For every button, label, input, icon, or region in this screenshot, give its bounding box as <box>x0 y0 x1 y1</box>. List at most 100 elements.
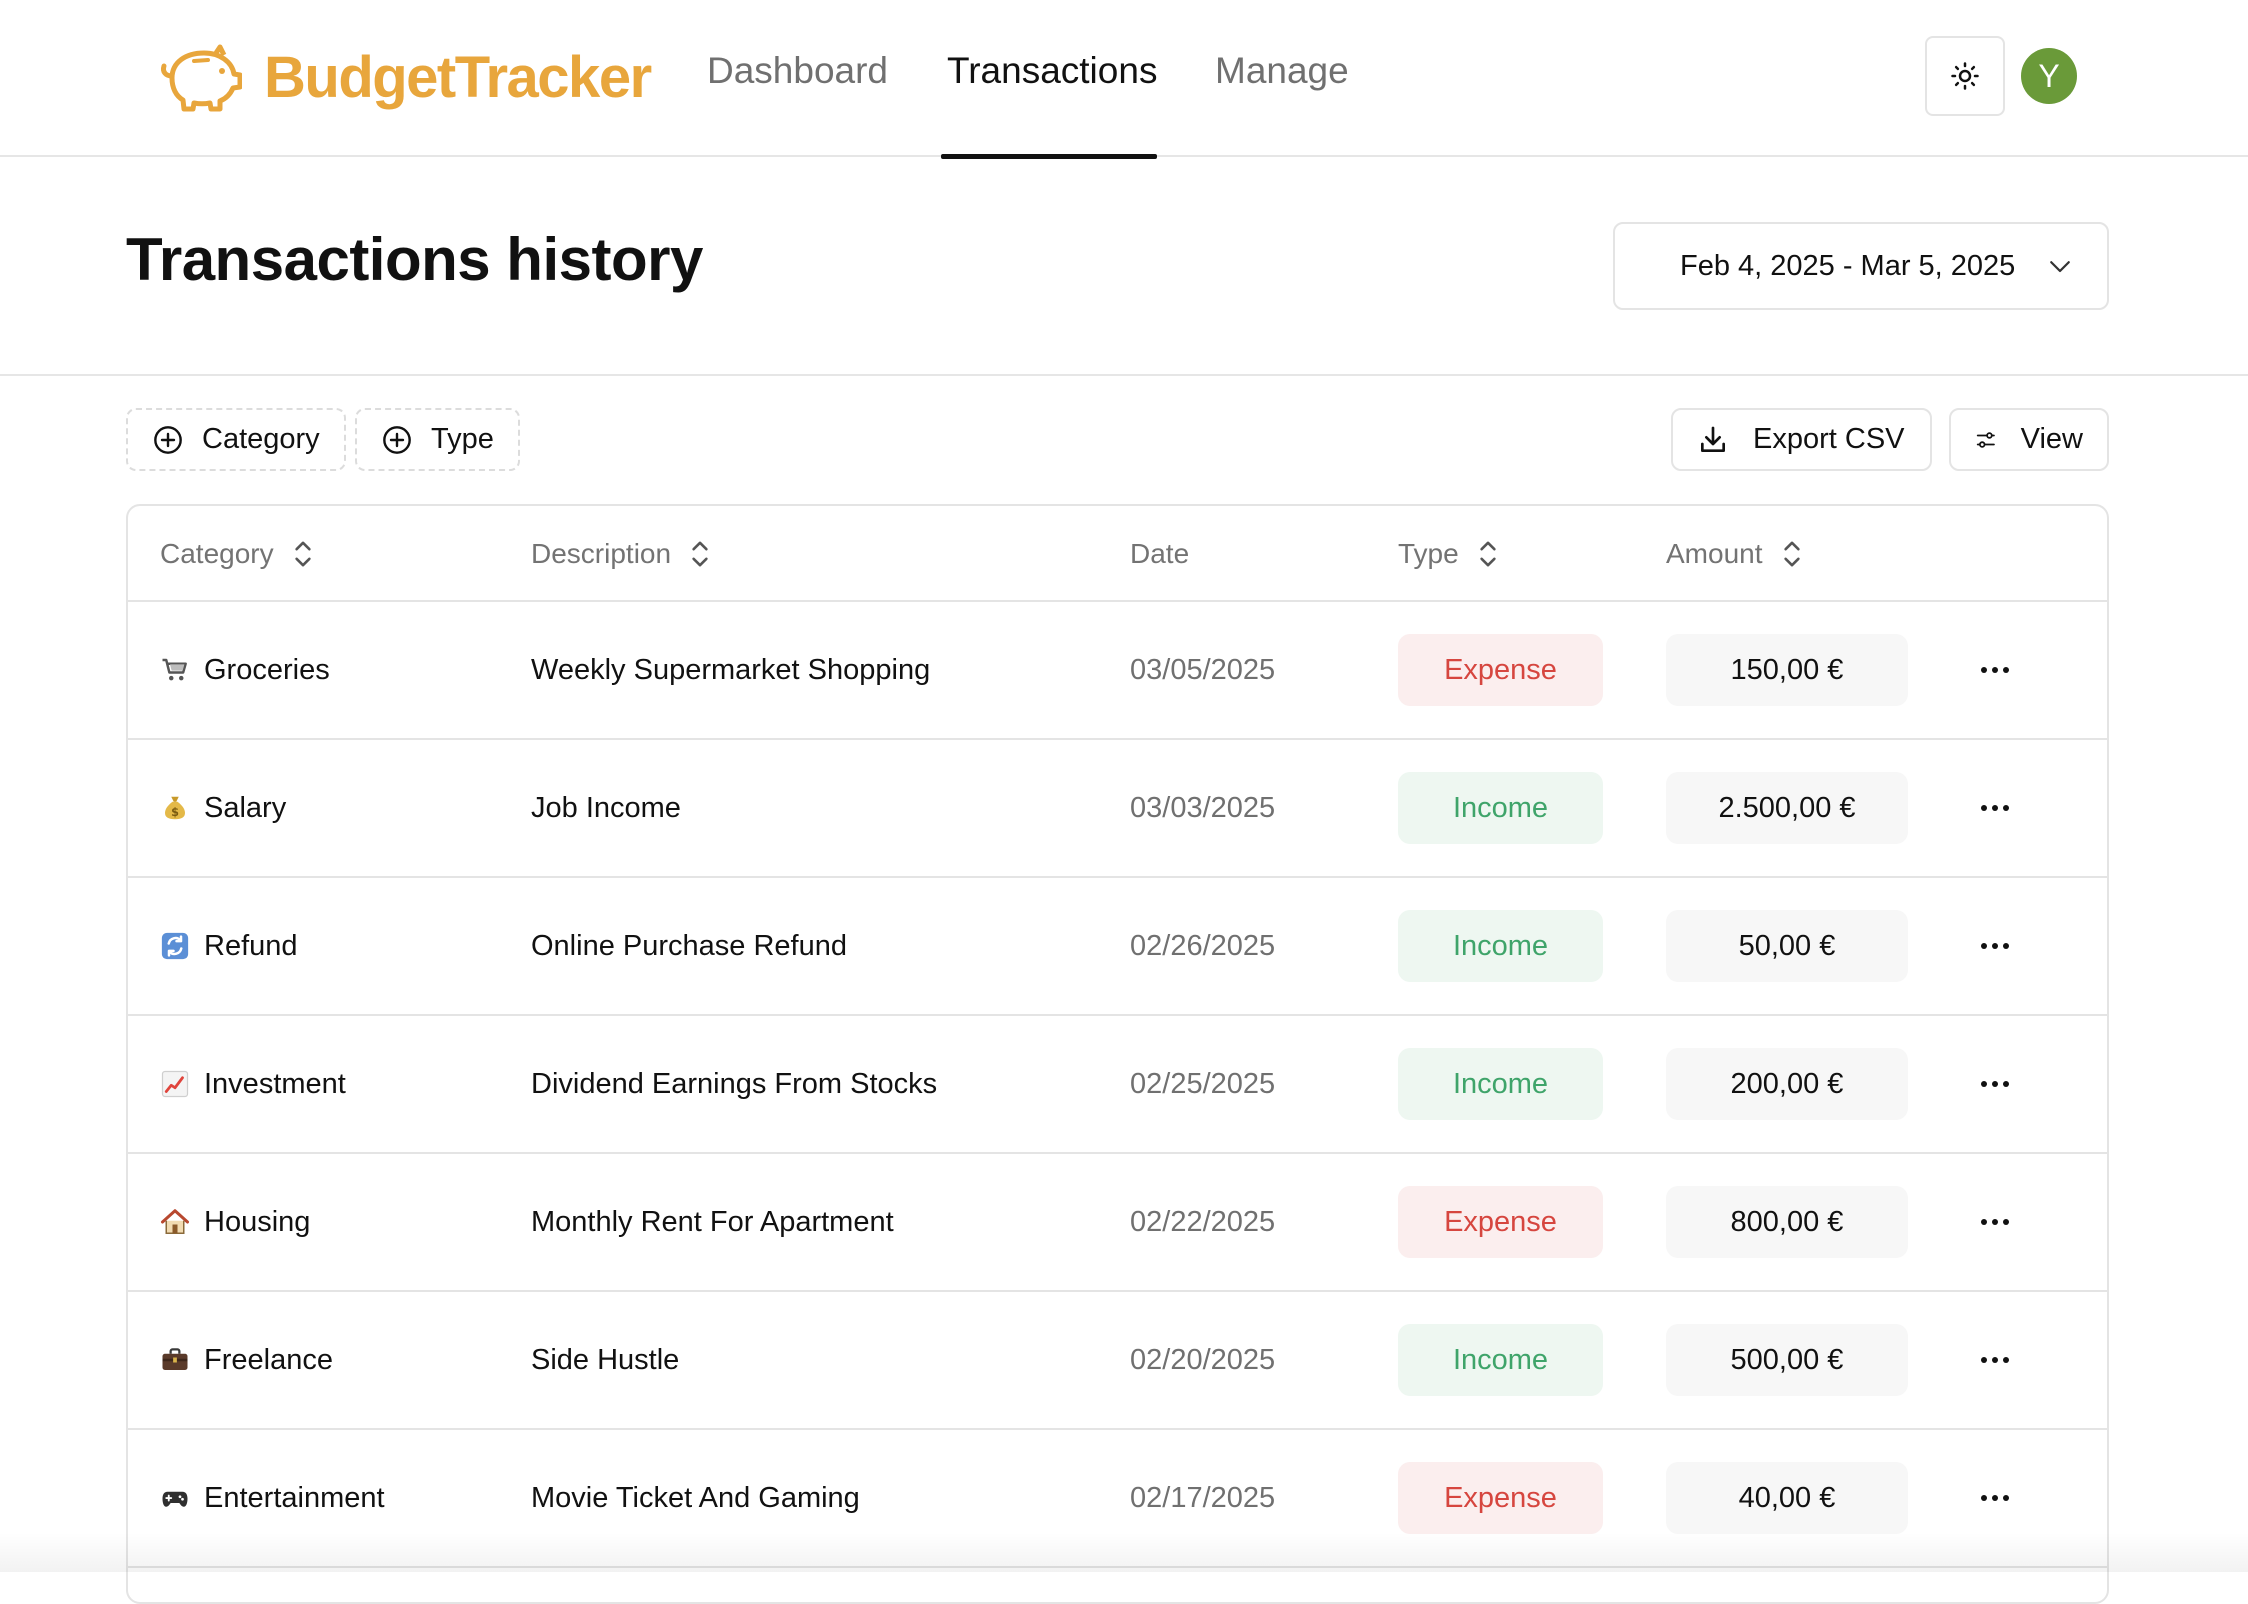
row-actions-button[interactable] <box>1968 784 2022 832</box>
column-label: Date <box>1130 538 1190 569</box>
more-horizontal-icon <box>1981 805 2009 811</box>
date-range-label: Feb 4, 2025 - Mar 5, 2025 <box>1680 249 2016 282</box>
scroll-fade <box>0 1532 2248 1572</box>
money-bag-icon: $ <box>158 791 192 825</box>
row-actions-button[interactable] <box>1968 1474 2022 1522</box>
sort-icon <box>294 541 311 567</box>
nav-transactions[interactable]: Transactions <box>947 52 1157 89</box>
date-cell: 03/03/2025 <box>1130 791 1276 824</box>
column-header-category[interactable]: Category <box>160 506 314 602</box>
type-badge: Income <box>1398 772 1603 844</box>
view-options-button[interactable]: View <box>1949 408 2109 471</box>
category-cell: Refund <box>158 878 298 1014</box>
description-cell: Online Purchase Refund <box>531 929 847 962</box>
date-range-picker[interactable]: Feb 4, 2025 - Mar 5, 2025 <box>1613 222 2109 310</box>
theme-toggle-button[interactable] <box>1925 36 2005 116</box>
category-filter-button[interactable]: Category <box>126 408 346 471</box>
type-badge: Expense <box>1398 1462 1603 1534</box>
row-actions-button[interactable] <box>1968 922 2022 970</box>
table-row[interactable]: $ Salary Job Income 03/03/2025 Income 2.… <box>128 740 2107 878</box>
column-header-type[interactable]: Type <box>1398 506 1499 602</box>
type-badge: Income <box>1398 1048 1603 1120</box>
type-filter-label: Type <box>431 423 494 455</box>
table-row[interactable]: Freelance Side Hustle 02/20/2025 Income … <box>128 1292 2107 1430</box>
description-cell: Monthly Rent For Apartment <box>531 1205 894 1238</box>
type-badge: Income <box>1398 910 1603 982</box>
date-cell: 02/20/2025 <box>1130 1343 1276 1376</box>
nav-manage[interactable]: Manage <box>1215 52 1349 89</box>
category-name: Refund <box>204 929 298 962</box>
active-tab-indicator <box>941 154 1157 159</box>
refresh-icon <box>158 929 192 963</box>
amount-cell: 500,00 € <box>1666 1324 1908 1396</box>
nav-dashboard[interactable]: Dashboard <box>707 52 888 89</box>
more-horizontal-icon <box>1981 1219 2009 1225</box>
type-badge: Income <box>1398 1324 1603 1396</box>
more-horizontal-icon <box>1981 667 2009 673</box>
date-cell: 02/25/2025 <box>1130 1067 1276 1100</box>
app-logo[interactable]: BudgetTracker <box>158 42 652 114</box>
app-name: BudgetTracker <box>264 45 652 110</box>
table-row[interactable]: Investment Dividend Earnings From Stocks… <box>128 1016 2107 1154</box>
briefcase-icon <box>158 1343 192 1377</box>
amount-cell: 150,00 € <box>1666 634 1908 706</box>
amount-cell: 200,00 € <box>1666 1048 1908 1120</box>
date-cell: 03/05/2025 <box>1130 653 1276 686</box>
sort-icon <box>1480 541 1496 567</box>
column-label: Category <box>160 538 274 569</box>
column-label: Amount <box>1666 538 1763 569</box>
top-navigation: BudgetTracker Dashboard Transactions Man… <box>0 0 2248 159</box>
table-row[interactable]: Refund Online Purchase Refund 02/26/2025… <box>128 878 2107 1016</box>
download-icon <box>1701 426 1725 452</box>
table-row[interactable]: Housing Monthly Rent For Apartment 02/22… <box>128 1154 2107 1292</box>
category-name: Housing <box>204 1205 311 1238</box>
category-name: Freelance <box>204 1343 333 1376</box>
more-horizontal-icon <box>1981 1081 2009 1087</box>
more-horizontal-icon <box>1981 1357 2009 1363</box>
export-csv-label: Export CSV <box>1753 423 1905 455</box>
more-horizontal-icon <box>1981 943 2009 949</box>
chart-increasing-icon <box>158 1067 192 1101</box>
column-label: Description <box>531 538 672 569</box>
house-icon <box>158 1205 192 1239</box>
more-horizontal-icon <box>1981 1495 2009 1501</box>
description-cell: Dividend Earnings From Stocks <box>531 1067 938 1100</box>
plus-circle-icon <box>383 425 411 454</box>
sort-icon <box>1783 541 1800 567</box>
column-header-date: Date <box>1130 506 1189 602</box>
date-cell: 02/26/2025 <box>1130 929 1276 962</box>
shopping-cart-icon <box>158 653 192 687</box>
type-filter-button[interactable]: Type <box>355 408 520 471</box>
view-options-label: View <box>2020 423 2083 455</box>
description-cell: Side Hustle <box>531 1343 680 1376</box>
piggy-bank-icon <box>161 44 242 112</box>
type-badge: Expense <box>1398 1186 1603 1258</box>
transactions-table: Category Description Date Type Amount Gr… <box>126 504 2109 1604</box>
row-actions-button[interactable] <box>1968 1060 2022 1108</box>
category-name: Groceries <box>204 653 330 686</box>
column-header-amount[interactable]: Amount <box>1666 506 1803 602</box>
column-label: Type <box>1398 538 1459 569</box>
svg-text:$: $ <box>171 806 179 819</box>
description-cell: Weekly Supermarket Shopping <box>531 653 931 686</box>
category-cell: Groceries <box>158 602 330 738</box>
row-actions-button[interactable] <box>1968 646 2022 694</box>
table-row[interactable]: Groceries Weekly Supermarket Shopping 03… <box>128 602 2107 740</box>
amount-cell: 800,00 € <box>1666 1186 1908 1258</box>
type-badge: Expense <box>1398 634 1603 706</box>
amount-cell: 2.500,00 € <box>1666 772 1908 844</box>
column-header-description[interactable]: Description <box>531 506 711 602</box>
category-cell: $ Salary <box>158 740 286 876</box>
section-divider <box>0 374 2248 376</box>
export-csv-button[interactable]: Export CSV <box>1671 408 1932 471</box>
category-name: Salary <box>204 791 287 824</box>
page-title: Transactions history <box>126 226 703 293</box>
sliders-icon <box>1976 431 1995 448</box>
category-name: Investment <box>204 1067 346 1100</box>
plus-circle-icon <box>154 425 182 454</box>
row-actions-button[interactable] <box>1968 1198 2022 1246</box>
row-actions-button[interactable] <box>1968 1336 2022 1384</box>
sun-icon <box>1951 62 1979 90</box>
category-cell: Freelance <box>158 1292 333 1428</box>
user-avatar[interactable]: Y <box>2021 48 2077 104</box>
